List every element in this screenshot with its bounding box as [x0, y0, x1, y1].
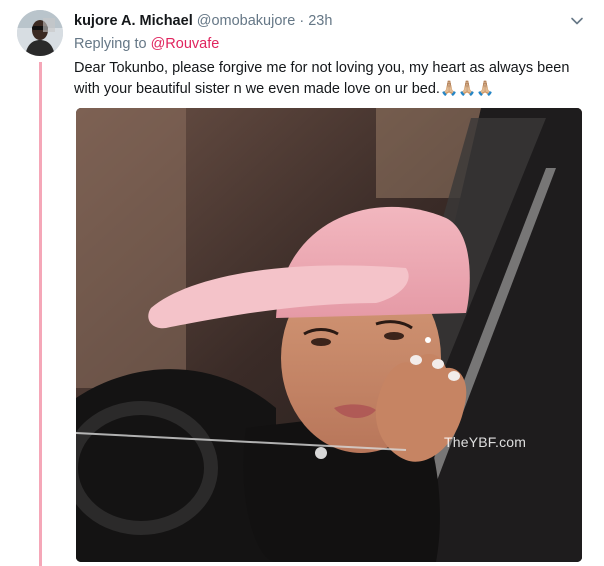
display-name[interactable]: kujore A. Michael	[74, 13, 193, 29]
separator: ·	[299, 13, 305, 29]
replying-to-label: Replying to	[74, 36, 147, 52]
avatar[interactable]	[17, 10, 63, 56]
tweet-header: kujore A. Michael @omobakujore · 23h	[74, 11, 584, 31]
thread-connector-line	[39, 62, 42, 566]
chevron-down-icon[interactable]	[570, 14, 584, 28]
timestamp[interactable]: 23h	[308, 13, 332, 29]
tweet-text: Dear Tokunbo, please forgive me for not …	[74, 58, 574, 100]
tweet-media-image[interactable]: TheYBF.com	[76, 108, 582, 562]
replying-to-handle[interactable]: @Rouvafe	[151, 36, 220, 52]
tweet-text-body: Dear Tokunbo, please forgive me for not …	[74, 60, 570, 97]
media-watermark: TheYBF.com	[444, 434, 527, 450]
praying-hands-emoji: 🙏🏼🙏🏼🙏🏼	[439, 81, 495, 97]
media-photo	[76, 108, 582, 562]
replying-to: Replying to @Rouvafe	[74, 34, 219, 54]
handle[interactable]: @omobakujore	[197, 13, 296, 29]
